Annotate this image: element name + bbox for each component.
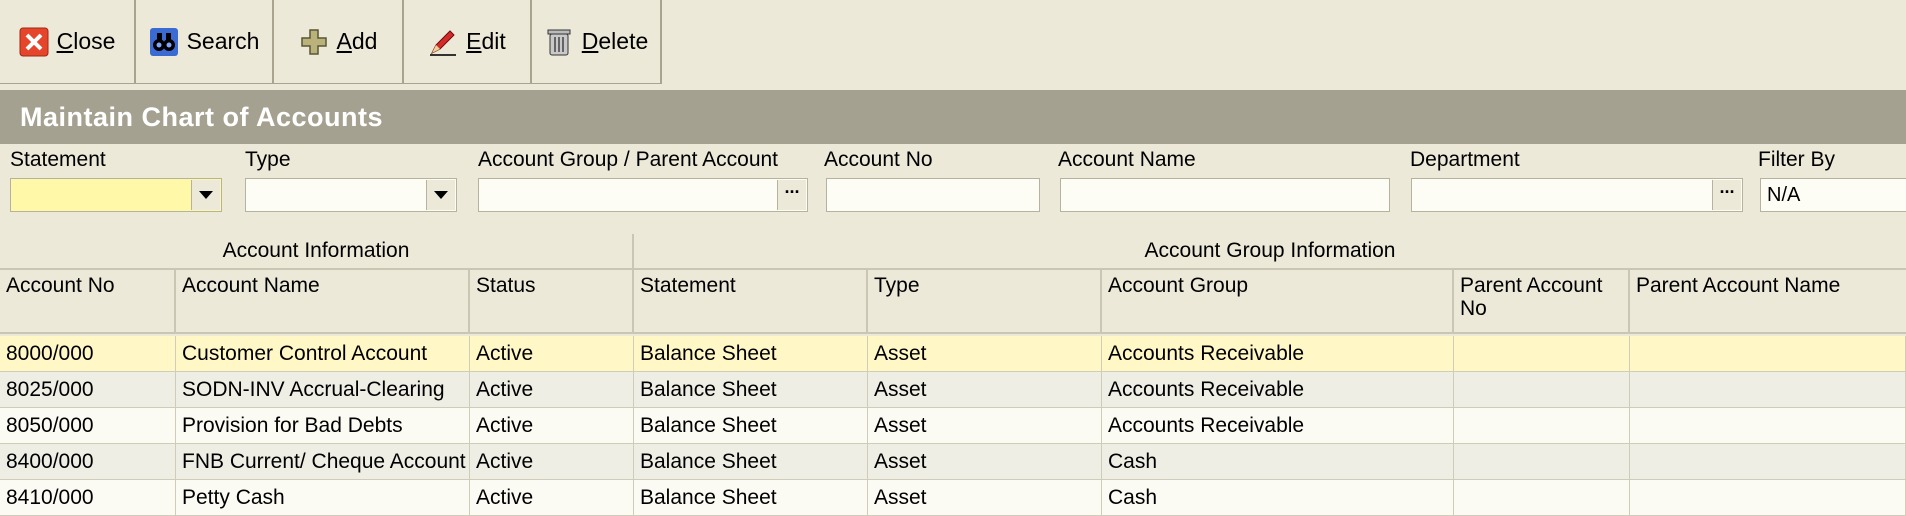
table-row[interactable]: 8050/000 Provision for Bad Debts Active Bal… xyxy=(0,408,1906,444)
group-header-account-group-info: Account Group Information xyxy=(634,234,1906,270)
account-no-field[interactable] xyxy=(826,178,1040,212)
toolbar: Close Search Add Edit Delete xyxy=(0,0,1906,88)
cell-account-group[interactable]: Cash xyxy=(1102,480,1454,516)
column-header-parent-account-name[interactable]: Parent Account Name xyxy=(1630,270,1906,334)
account-name-label: Account Name xyxy=(1058,148,1196,171)
column-header-status[interactable]: Status xyxy=(470,270,634,334)
cell-account-group[interactable]: Accounts Receivable xyxy=(1102,408,1454,444)
pencil-icon xyxy=(428,27,458,57)
ellipsis-icon[interactable]: ··· xyxy=(777,180,806,210)
account-group-field[interactable]: ··· xyxy=(478,178,808,212)
column-header-type[interactable]: Type xyxy=(868,270,1102,334)
type-select[interactable] xyxy=(245,178,457,212)
cell-status[interactable]: Active xyxy=(470,408,634,444)
cell-statement[interactable]: Balance Sheet xyxy=(634,372,868,408)
account-no-label: Account No xyxy=(824,148,933,171)
cell-type[interactable]: Asset xyxy=(868,372,1102,408)
cell-account-no[interactable]: 8025/000 xyxy=(0,372,176,408)
cell-account-name[interactable]: Customer Control Account xyxy=(176,336,470,372)
cell-account-group[interactable]: Accounts Receivable xyxy=(1102,372,1454,408)
column-header-account-no[interactable]: Account No xyxy=(0,270,176,334)
column-header-account-name[interactable]: Account Name xyxy=(176,270,470,334)
binoculars-icon xyxy=(149,27,179,57)
cell-statement[interactable]: Balance Sheet xyxy=(634,480,868,516)
cell-type[interactable]: Asset xyxy=(868,408,1102,444)
close-icon xyxy=(19,27,49,57)
account-name-field[interactable] xyxy=(1060,178,1390,212)
department-field[interactable]: ··· xyxy=(1411,178,1743,212)
chevron-down-icon[interactable] xyxy=(191,180,220,210)
cell-parent-account-no[interactable] xyxy=(1454,336,1630,372)
add-icon xyxy=(299,27,329,57)
trash-icon xyxy=(544,27,574,57)
cell-type[interactable]: Asset xyxy=(868,444,1102,480)
filter-panel: Statement Type Account Group / Parent Ac… xyxy=(0,144,1906,234)
cell-parent-account-name[interactable] xyxy=(1630,480,1906,516)
cell-account-name[interactable]: Petty Cash xyxy=(176,480,470,516)
cell-parent-account-no[interactable] xyxy=(1454,444,1630,480)
column-header-statement[interactable]: Statement xyxy=(634,270,868,334)
statement-select[interactable] xyxy=(10,178,222,212)
cell-status[interactable]: Active xyxy=(470,480,634,516)
table-row[interactable]: 8410/000 Petty Cash Active Balance Sheet Ass… xyxy=(0,480,1906,516)
close-button[interactable]: Close xyxy=(0,0,136,84)
cell-parent-account-no[interactable] xyxy=(1454,372,1630,408)
column-header-parent-account-no[interactable]: Parent Account No xyxy=(1454,270,1630,334)
cell-account-group[interactable]: Accounts Receivable xyxy=(1102,336,1454,372)
cell-account-name[interactable]: FNB Current/ Cheque Account xyxy=(176,444,470,480)
cell-account-no[interactable]: 8400/000 xyxy=(0,444,176,480)
cell-status[interactable]: Active xyxy=(470,372,634,408)
cell-status[interactable]: Active xyxy=(470,444,634,480)
table-row[interactable]: 8400/000 FNB Current/ Cheque Account Activ… xyxy=(0,444,1906,480)
cell-parent-account-name[interactable] xyxy=(1630,336,1906,372)
cell-status[interactable]: Active xyxy=(470,336,634,372)
cell-parent-account-name[interactable] xyxy=(1630,408,1906,444)
search-button[interactable]: Search xyxy=(136,0,274,84)
cell-account-name[interactable]: SODN-INV Accrual-Clearing xyxy=(176,372,470,408)
delete-button[interactable]: Delete xyxy=(532,0,662,84)
add-button[interactable]: Add xyxy=(274,0,404,84)
page-title: Maintain Chart of Accounts xyxy=(0,90,1906,144)
department-label: Department xyxy=(1410,148,1520,171)
cell-statement[interactable]: Balance Sheet xyxy=(634,444,868,480)
filter-by-label: Filter By xyxy=(1758,148,1836,171)
chevron-down-icon[interactable] xyxy=(426,180,455,210)
cell-account-no[interactable]: 8410/000 xyxy=(0,480,176,516)
cell-type[interactable]: Asset xyxy=(868,336,1102,372)
accounts-grid: Account Information Account Group Inform… xyxy=(0,234,1906,516)
cell-account-no[interactable]: 8000/000 xyxy=(0,336,176,372)
account-group-label: Account Group / Parent Account xyxy=(478,148,779,171)
column-header-account-group[interactable]: Account Group xyxy=(1102,270,1454,334)
cell-account-name[interactable]: Provision for Bad Debts xyxy=(176,408,470,444)
cell-parent-account-name[interactable] xyxy=(1630,372,1906,408)
cell-parent-account-no[interactable] xyxy=(1454,408,1630,444)
ellipsis-icon[interactable]: ··· xyxy=(1712,180,1741,210)
cell-type[interactable]: Asset xyxy=(868,480,1102,516)
cell-parent-account-no[interactable] xyxy=(1454,480,1630,516)
cell-statement[interactable]: Balance Sheet xyxy=(634,408,868,444)
type-label: Type xyxy=(245,148,291,171)
cell-account-no[interactable]: 8050/000 xyxy=(0,408,176,444)
statement-label: Statement xyxy=(10,148,106,171)
cell-parent-account-name[interactable] xyxy=(1630,444,1906,480)
table-row[interactable]: 8025/000 SODN-INV Accrual-Clearing Active B… xyxy=(0,372,1906,408)
cell-account-group[interactable]: Cash xyxy=(1102,444,1454,480)
group-header-account-info: Account Information xyxy=(0,234,634,270)
cell-statement[interactable]: Balance Sheet xyxy=(634,336,868,372)
filter-by-field[interactable]: N/A xyxy=(1760,178,1906,212)
table-row[interactable]: 8000/000 Customer Control Account Active Ba… xyxy=(0,336,1906,372)
edit-button[interactable]: Edit xyxy=(404,0,532,84)
